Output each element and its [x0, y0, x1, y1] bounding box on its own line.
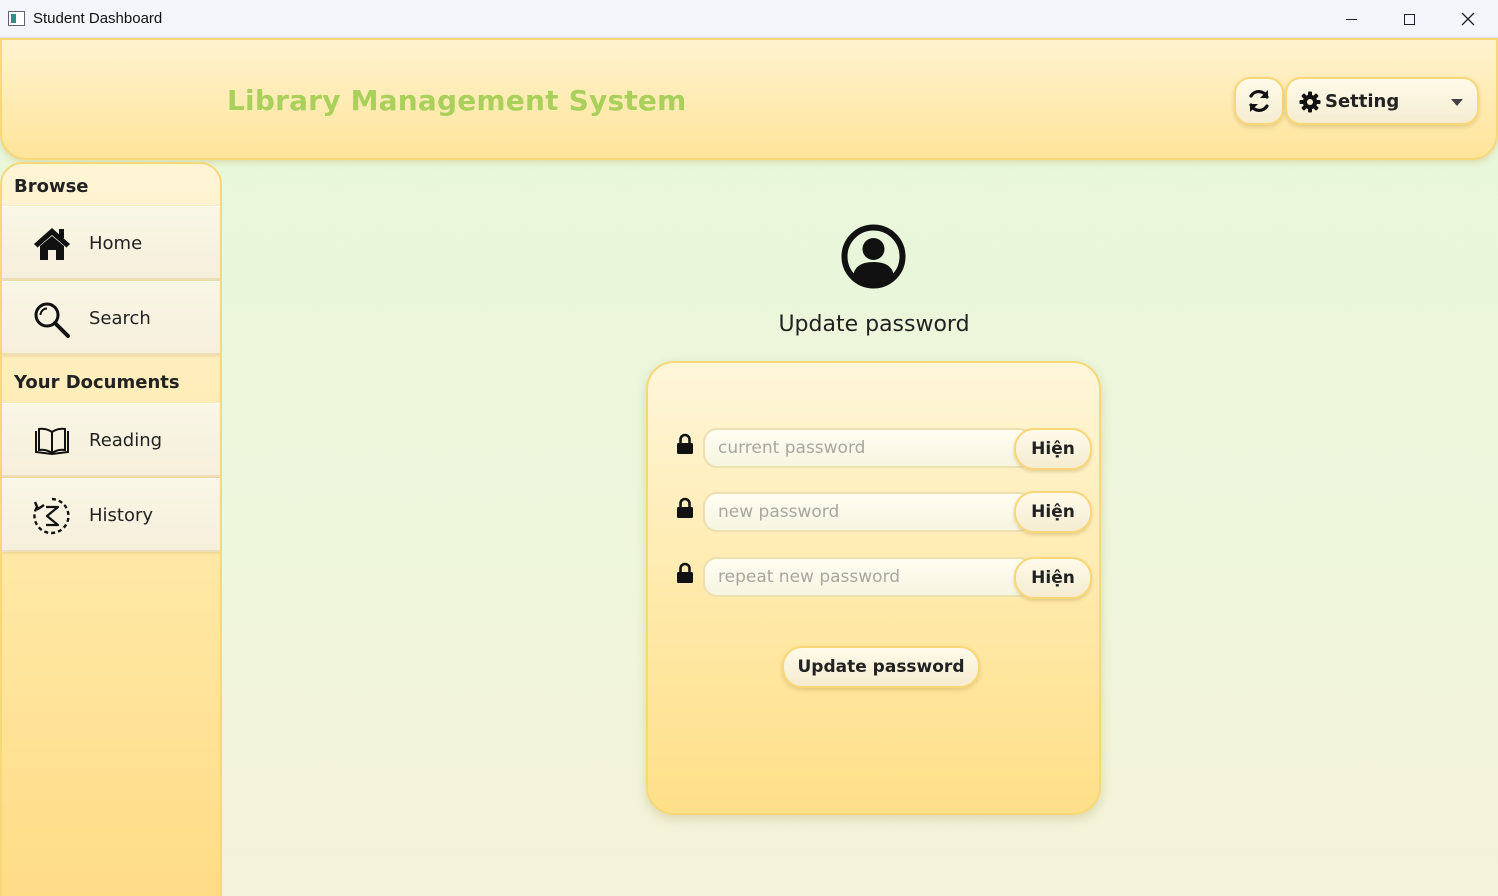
search-icon [34, 302, 70, 338]
user-avatar-icon [841, 224, 906, 289]
new-password-input[interactable] [703, 492, 1033, 532]
sidebar-item-home[interactable]: Home [2, 206, 220, 280]
sidebar: Browse Home Search Your Documents Readin… [0, 162, 222, 896]
maximize-button[interactable] [1380, 0, 1438, 38]
show-new-password-button[interactable]: Hiện [1014, 491, 1092, 533]
show-current-password-button[interactable]: Hiện [1014, 428, 1092, 470]
close-icon [1461, 12, 1475, 26]
maximize-icon [1403, 13, 1415, 25]
sidebar-item-label: Home [89, 233, 143, 254]
setting-dropdown[interactable]: Setting [1285, 77, 1479, 125]
window-titlebar: Student Dashboard [0, 0, 1498, 38]
sidebar-section-your-documents: Your Documents [14, 372, 180, 393]
app-header: Library Management System Setting [0, 38, 1498, 160]
app-name: Library Management System [227, 84, 687, 117]
refresh-button[interactable] [1234, 77, 1284, 125]
close-button[interactable] [1439, 0, 1497, 38]
home-icon [34, 228, 70, 260]
repeat-new-password-input[interactable] [703, 557, 1033, 597]
minimize-button[interactable] [1322, 0, 1380, 38]
app-window-icon [8, 11, 25, 26]
setting-label: Setting [1325, 91, 1400, 112]
history-icon [33, 497, 70, 535]
gear-icon [1299, 91, 1321, 113]
chevron-down-icon [1451, 99, 1463, 106]
sidebar-item-search[interactable]: Search [2, 281, 220, 355]
book-icon [35, 427, 69, 456]
sidebar-item-label: History [89, 505, 154, 526]
form-title: Update password [778, 312, 970, 337]
minimize-icon [1345, 18, 1357, 20]
show-repeat-password-button[interactable]: Hiện [1014, 557, 1092, 599]
refresh-icon [1249, 90, 1269, 112]
lock-icon [677, 562, 693, 583]
lock-icon [677, 433, 693, 454]
sidebar-item-label: Search [89, 308, 151, 329]
update-password-button[interactable]: Update password [782, 646, 980, 688]
current-password-input[interactable] [703, 428, 1033, 468]
sidebar-item-history[interactable]: History [2, 478, 220, 552]
sidebar-section-browse: Browse [14, 176, 89, 197]
sidebar-item-reading[interactable]: Reading [2, 403, 220, 477]
lock-icon [677, 497, 693, 518]
window-title: Student Dashboard [33, 10, 163, 27]
sidebar-item-label: Reading [89, 430, 163, 451]
